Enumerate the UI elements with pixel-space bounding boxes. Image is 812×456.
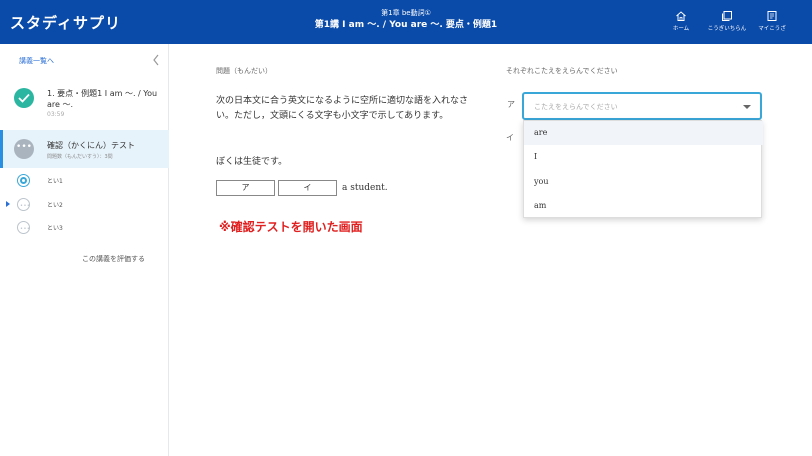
sidebar: 講義一覧へ 1. 要点・例題1 I am ～. / You are ～. 03:…: [0, 44, 169, 456]
back-to-lecture-list-link[interactable]: 講義一覧へ: [19, 56, 54, 66]
my-course-icon: [767, 11, 777, 21]
test-item-title: 確認（かくにん）テスト: [47, 141, 135, 150]
pending-question-icon: •••: [17, 221, 30, 234]
main-content: 問題（もんだい） 次の日本文に合う英文になるように空所に適切な語を入れなさい。た…: [169, 44, 812, 456]
test-item-count: 問題数（もんだいすう）：3問: [47, 154, 113, 160]
more-dots-icon: •••: [14, 139, 34, 159]
select-placeholder: こたえをえらんでください: [534, 103, 618, 111]
nav-my-course[interactable]: マイこうざ: [752, 10, 792, 32]
sidebar-item-test[interactable]: ••• 確認（かくにん）テスト 問題数（もんだいすう）：3問: [0, 130, 169, 168]
lesson-title: 第1講 I am ～. / You are ～. 要点・例題1: [314, 20, 498, 30]
lesson-heading: 第1章 be動詞① 第1講 I am ～. / You are ～. 要点・例題…: [250, 9, 562, 32]
answer-select-a[interactable]: こたえをえらんでください: [522, 92, 762, 120]
lesson-item-title: 1. 要点・例題1 I am ～. / You are ～.: [47, 89, 158, 109]
lecture-list-icon: [722, 11, 732, 21]
nav-lecture-list[interactable]: こうぎいちらん: [707, 10, 747, 32]
home-icon: [676, 11, 686, 21]
pending-question-icon: •••: [17, 198, 30, 211]
question-label: とい2: [47, 202, 63, 209]
blank-i[interactable]: イ: [278, 180, 337, 196]
sidebar-question-2[interactable]: ••• とい2: [0, 194, 169, 216]
rate-lecture-link[interactable]: この講義を評価する: [82, 254, 145, 264]
nav-home[interactable]: ホーム: [661, 10, 701, 32]
question-label: とい3: [47, 225, 63, 232]
question-label: とい1: [47, 178, 63, 185]
lesson-item-duration: 03:59: [47, 111, 65, 118]
chevron-down-icon: [743, 105, 751, 109]
current-question-icon: [17, 174, 30, 187]
option-are[interactable]: are: [524, 121, 763, 145]
sidebar-question-3[interactable]: ••• とい3: [0, 217, 169, 239]
option-i[interactable]: I: [524, 145, 763, 169]
annotation-note: ※確認テストを開いた画面: [219, 220, 363, 234]
sidebar-question-1[interactable]: とい1: [0, 170, 169, 192]
sentence-tail: a student.: [342, 183, 388, 193]
question-instruction: 次の日本文に合う英文になるように空所に適切な語を入れなさい。ただし，文頭にくる文…: [216, 96, 469, 121]
answer-heading: それぞれこたえをえらんでください: [506, 67, 618, 75]
collapse-sidebar-icon[interactable]: [152, 54, 160, 66]
app-logo[interactable]: スタディサプリ: [10, 12, 121, 33]
play-marker-icon: [6, 201, 10, 207]
chapter-title: 第1章 be動詞①: [381, 9, 431, 17]
answer-label-i: イ: [506, 133, 514, 142]
answer-dropdown: are I you am: [523, 120, 763, 218]
answer-label-a: ア: [507, 100, 515, 109]
japanese-sentence: ぼくは生徒です。: [216, 157, 288, 167]
nav-home-label: ホーム: [672, 26, 690, 32]
answer-blanks: ア イ a student.: [216, 180, 388, 196]
question-heading: 問題（もんだい）: [216, 67, 272, 75]
nav-lecture-list-label: こうぎいちらん: [707, 26, 747, 32]
blank-a[interactable]: ア: [216, 180, 275, 196]
top-header: スタディサプリ 第1章 be動詞① 第1講 I am ～. / You are …: [0, 0, 812, 44]
sidebar-item-lesson[interactable]: 1. 要点・例題1 I am ～. / You are ～. 03:59: [0, 80, 169, 126]
nav-my-course-label: マイこうざ: [758, 26, 786, 32]
option-am[interactable]: am: [524, 194, 763, 218]
completed-check-icon: [14, 88, 34, 108]
option-you[interactable]: you: [524, 170, 763, 194]
